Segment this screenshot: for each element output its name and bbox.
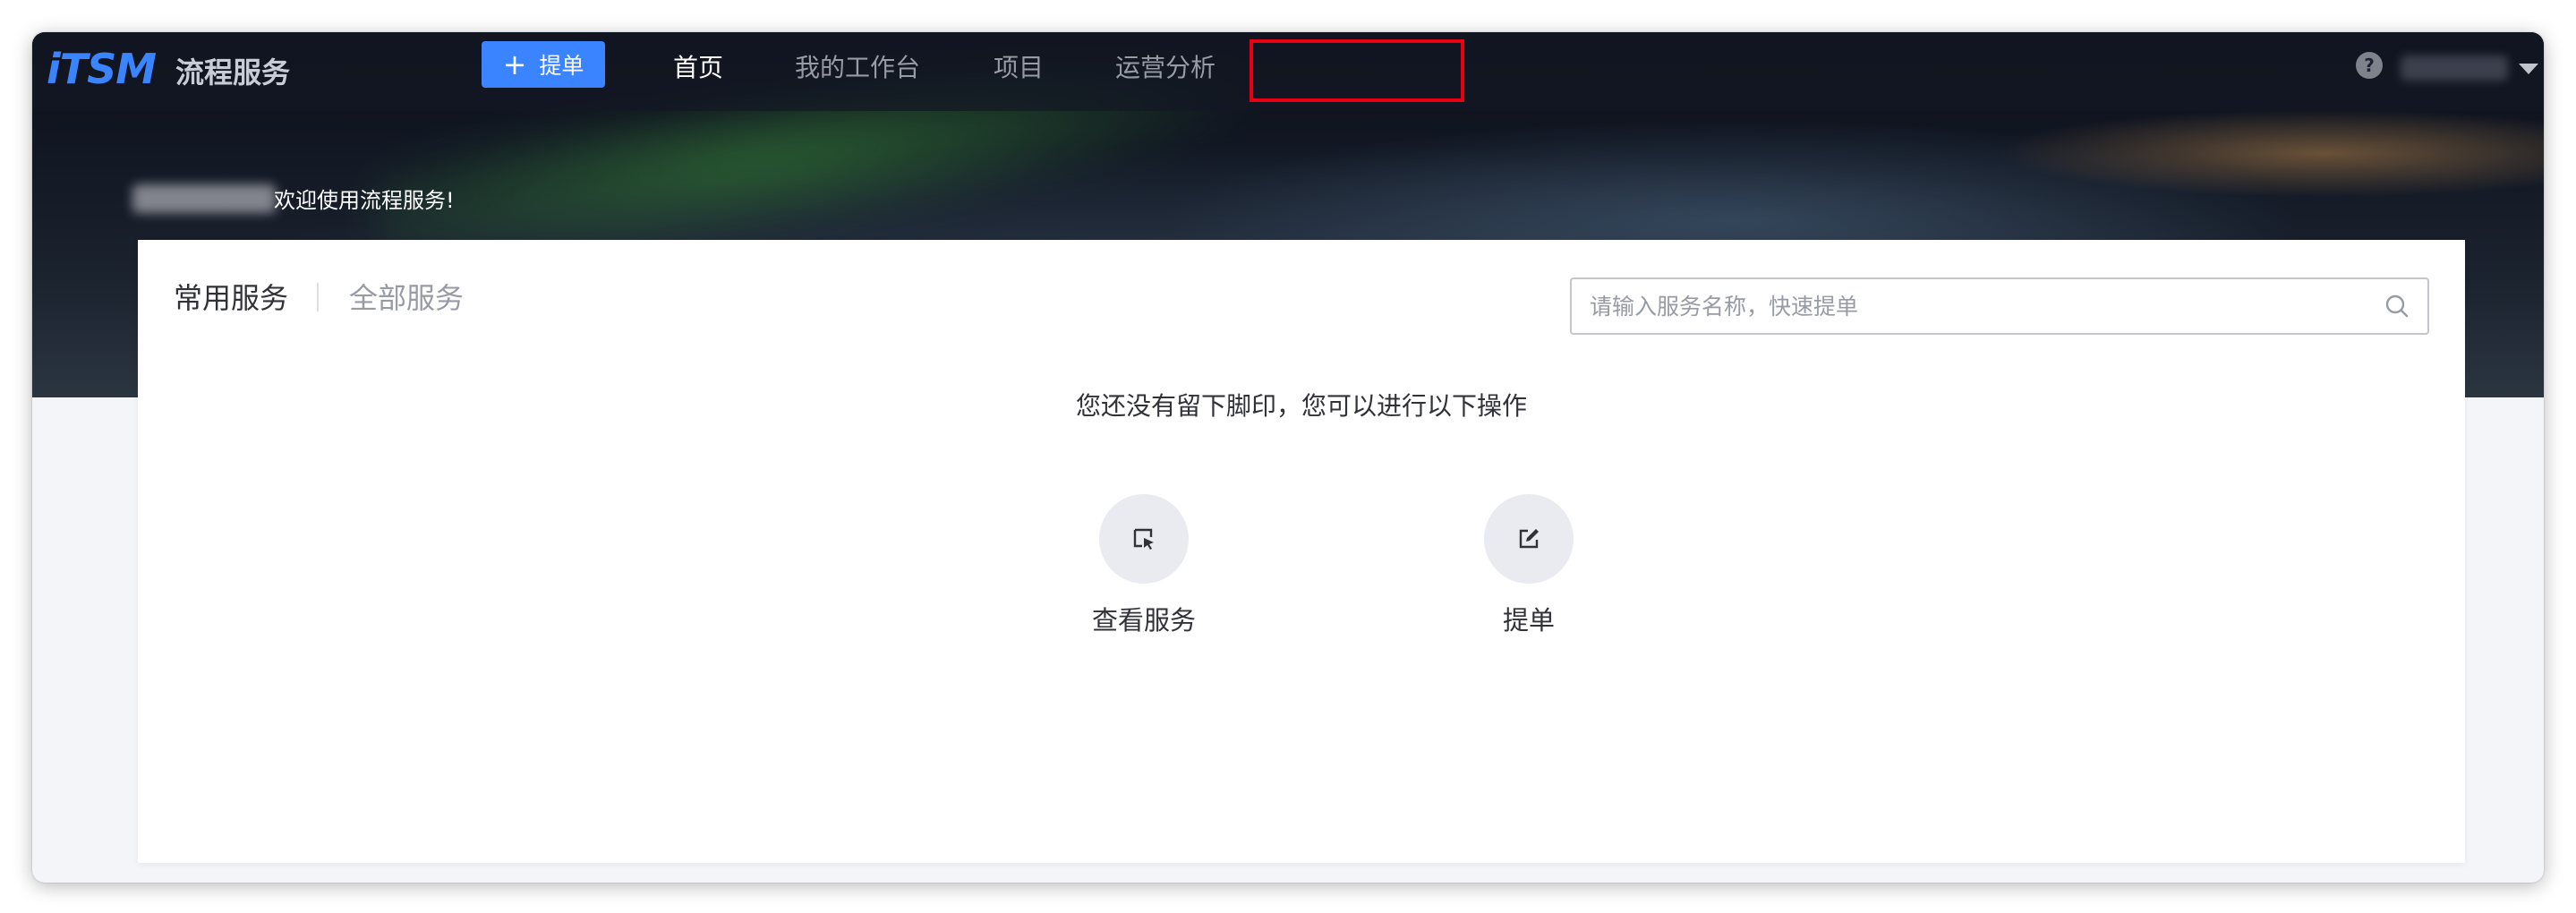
nav-my-workbench[interactable]: 我的工作台	[795, 48, 920, 84]
top-navigation: iTSM 流程服务 + 提单 首页 我的工作台 项目 运营分析 ?	[32, 32, 2544, 111]
app-title: 流程服务	[175, 55, 291, 90]
create-ticket-action-label[interactable]: 提单	[1439, 600, 1618, 637]
service-card: 常用服务 全部服务 您还没有留下脚印，您可以进行以下操作 查看服务	[138, 240, 2465, 863]
tab-divider	[317, 283, 319, 311]
edit-icon	[1519, 529, 1539, 549]
welcome-message: 欢迎使用流程服务!	[274, 188, 455, 213]
app-window: iTSM 流程服务 + 提单 首页 我的工作台 项目 运营分析 ? 欢迎使用流程…	[32, 32, 2544, 883]
tab-all-services[interactable]: 全部服务	[349, 276, 464, 317]
plus-icon: +	[502, 47, 527, 81]
create-ticket-action[interactable]: 提单	[1439, 494, 1618, 637]
create-ticket-icon-circle[interactable]	[1484, 494, 1574, 584]
highlight-box	[1250, 39, 1464, 102]
search-icon[interactable]	[2384, 294, 2410, 319]
user-name-redacted[interactable]	[2401, 55, 2508, 81]
view-services-action[interactable]: 查看服务	[1054, 494, 1233, 637]
empty-state-message: 您还没有留下脚印，您可以进行以下操作	[1075, 391, 1527, 421]
nav-home[interactable]: 首页	[673, 48, 723, 84]
cursor-select-icon	[1133, 528, 1154, 550]
view-services-icon-circle[interactable]	[1099, 494, 1189, 584]
nav-projects[interactable]: 项目	[994, 48, 1044, 84]
help-icon[interactable]: ?	[2356, 52, 2383, 79]
nav-operations-analysis[interactable]: 运营分析	[1115, 48, 1215, 84]
service-search[interactable]	[1570, 277, 2429, 335]
itsm-logo[interactable]: iTSM	[47, 45, 157, 93]
chevron-down-icon[interactable]	[2519, 64, 2538, 74]
create-ticket-label: 提单	[539, 53, 584, 79]
search-input[interactable]	[1590, 279, 2359, 333]
create-ticket-button[interactable]: + 提单	[482, 41, 605, 88]
welcome-username-redacted	[132, 184, 276, 213]
tab-common-services[interactable]: 常用服务	[174, 276, 288, 317]
view-services-label[interactable]: 查看服务	[1054, 600, 1233, 637]
